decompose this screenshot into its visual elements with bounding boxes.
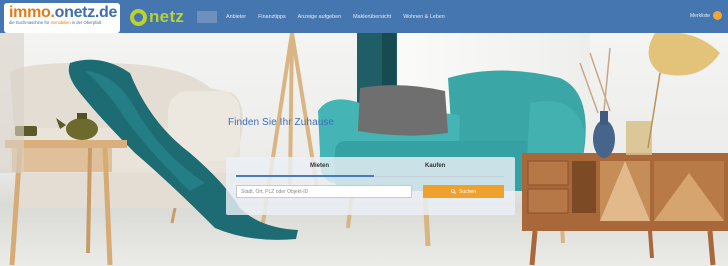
tab-divider [374, 175, 504, 177]
nav-item-anzeige-aufgeben[interactable]: Anzeige aufgeben [298, 14, 341, 20]
active-tab-indicator [236, 175, 374, 177]
living-room-photo [0, 33, 728, 266]
onetz-badge [197, 11, 217, 23]
search-panel: Mieten Kaufen Suchen [226, 157, 515, 215]
onetz-ring-icon [130, 8, 147, 26]
search-button[interactable]: Suchen [423, 185, 504, 198]
watchlist-link[interactable]: Merkliste [690, 11, 722, 20]
location-search-input[interactable] [236, 185, 412, 198]
search-button-label: Suchen [459, 188, 476, 195]
nav-item-finanztipps[interactable]: Finanztipps [258, 14, 286, 20]
onetz-wordmark: netz [149, 7, 185, 26]
watchlist-indicator-icon [713, 11, 722, 20]
hero-headline: Finden Sie Ihr Zuhause [228, 117, 335, 128]
logo-wordmark: immo.onetz.de [9, 4, 118, 21]
immo-onetz-logo[interactable]: immo.onetz.de die Suchmaschine für Immob… [4, 3, 120, 33]
watchlist-label: Merkliste [689, 12, 710, 19]
nav-item-wohnen-leben[interactable]: Wohnen & Leben [403, 14, 445, 20]
main-navigation: Anbieter Finanztipps Anzeige aufgeben Ma… [226, 0, 457, 33]
nav-item-makleruebersicht[interactable]: Maklerübersicht [353, 14, 391, 20]
tab-kaufen[interactable]: Kaufen [425, 163, 445, 169]
hero-section: Finden Sie Ihr Zuhause Mieten Kaufen Suc… [0, 33, 728, 266]
top-navigation-bar: immo.onetz.de die Suchmaschine für Immob… [0, 0, 728, 33]
search-icon [451, 189, 456, 194]
onetz-logo[interactable]: netz [130, 7, 184, 27]
nav-item-anbieter[interactable]: Anbieter [226, 14, 246, 20]
tab-mieten[interactable]: Mieten [310, 163, 329, 169]
